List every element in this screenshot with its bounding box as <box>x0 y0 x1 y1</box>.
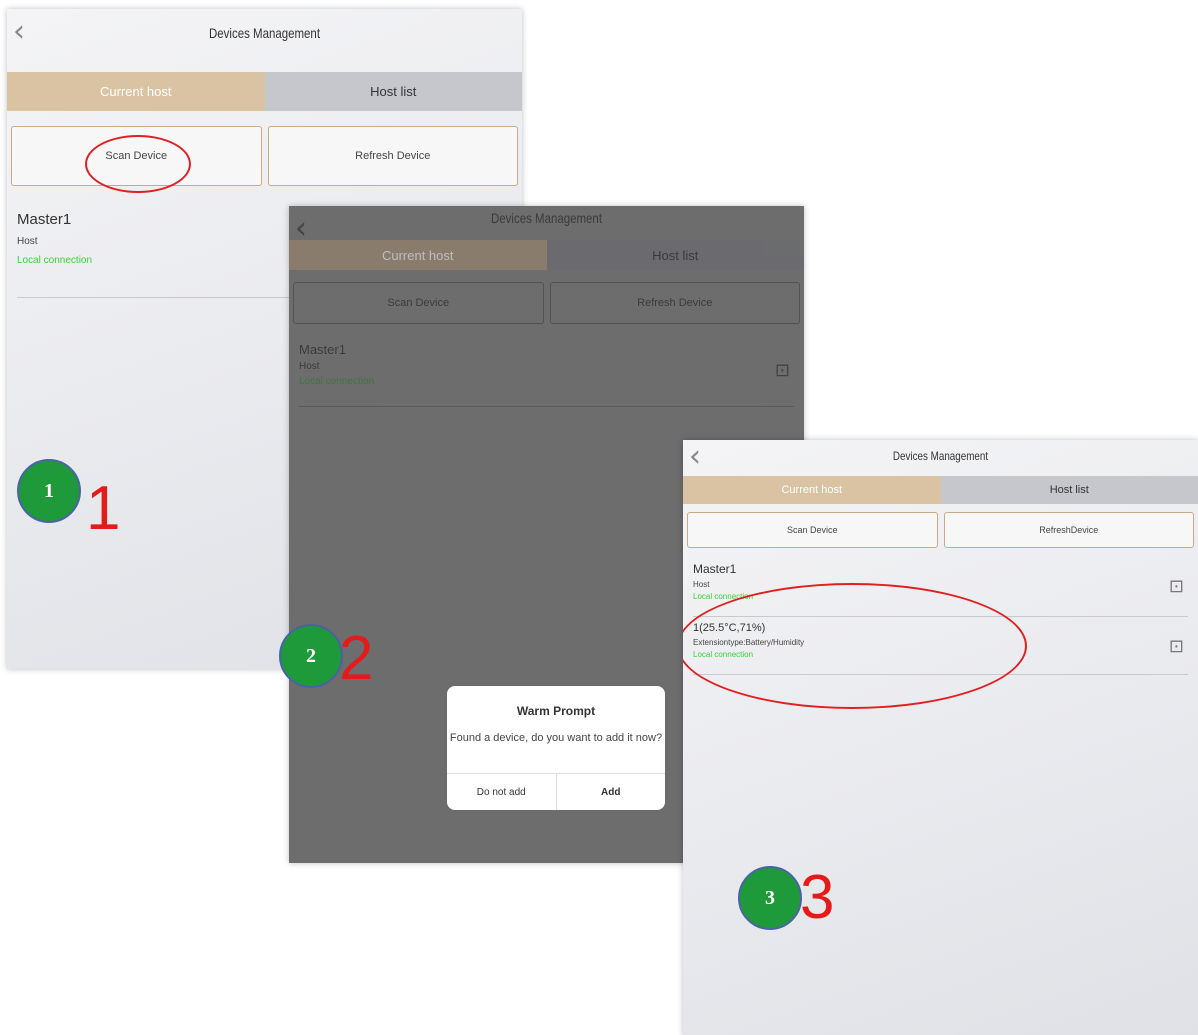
highlight-oval <box>683 583 1027 709</box>
scan-device-button[interactable]: Scan Device <box>687 512 938 548</box>
lock-icon[interactable]: ⊡ <box>1169 576 1184 597</box>
page-title: Devices Management <box>208 25 321 41</box>
step-3-badge: 3 <box>738 866 802 930</box>
dialog-message: Found a device, do you want to add it no… <box>449 732 663 744</box>
refresh-device-button[interactable]: Refresh Device <box>549 282 800 324</box>
device-connection: Local connection <box>299 376 375 387</box>
tab-bar: Current host Host list <box>7 72 522 111</box>
device-name: Master1 <box>693 562 737 576</box>
tab-host-list[interactable]: Host list <box>940 476 1198 504</box>
tab-bar: Current host Host list <box>289 240 804 270</box>
tab-bar: Current host Host list <box>683 476 1198 504</box>
screenshot-step-3: ‹ Devices Management Current host Host l… <box>683 440 1198 1035</box>
refresh-device-button[interactable]: Refresh Device <box>267 126 518 186</box>
step-1-badge: 1 <box>17 459 81 523</box>
warm-prompt-dialog: Warm Prompt Found a device, do you want … <box>447 686 665 810</box>
refresh-device-button[interactable]: RefreshDevice <box>943 512 1194 548</box>
scan-device-button[interactable]: Scan Device <box>293 282 544 324</box>
tab-host-list[interactable]: Host list <box>546 240 804 270</box>
step-2-badge: 2 <box>279 624 343 688</box>
device-item[interactable]: Master1 Host Local connection ⊡ <box>299 342 794 407</box>
add-button[interactable]: Add <box>555 774 666 810</box>
dialog-title: Warm Prompt <box>516 704 596 718</box>
step-1-number: 1 <box>86 474 121 543</box>
tab-host-list[interactable]: Host list <box>264 72 522 111</box>
highlight-oval <box>85 135 191 193</box>
device-type: Host <box>299 361 320 372</box>
step-3-number: 3 <box>800 863 835 932</box>
device-type: Host <box>693 580 710 589</box>
page-title: Devices Management <box>892 449 989 463</box>
page-title: Devices Management <box>490 210 603 226</box>
do-not-add-button[interactable]: Do not add <box>447 774 556 810</box>
lock-icon[interactable]: ⊡ <box>1169 636 1184 657</box>
tab-current-host[interactable]: Current host <box>289 240 547 270</box>
tab-current-host[interactable]: Current host <box>683 476 941 504</box>
lock-icon[interactable]: ⊡ <box>775 360 790 381</box>
step-2-number: 2 <box>339 624 374 693</box>
device-name: Master1 <box>299 342 346 357</box>
tab-current-host[interactable]: Current host <box>7 72 265 111</box>
